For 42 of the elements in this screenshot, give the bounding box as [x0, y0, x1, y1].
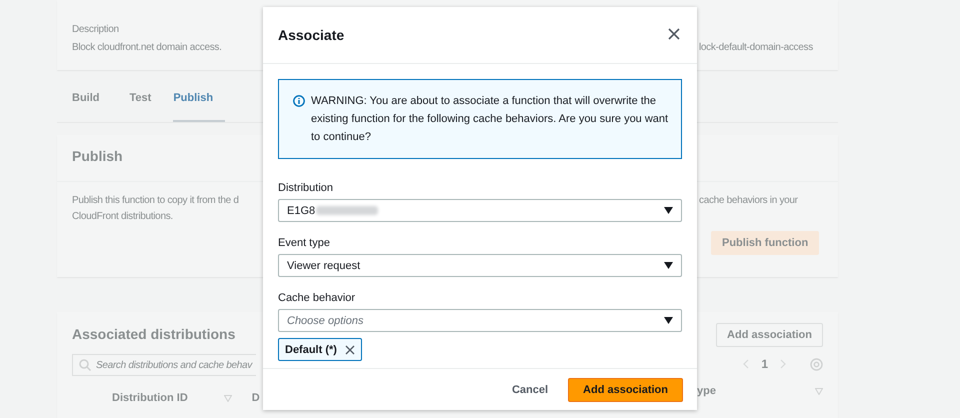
- caret-down-icon: [664, 262, 673, 269]
- filter-icon: [224, 394, 232, 402]
- column-header[interactable]: Distribution ID: [112, 392, 188, 404]
- chevron-right-icon[interactable]: [780, 359, 786, 369]
- caret-down-icon: [664, 207, 673, 214]
- tab[interactable]: Build: [72, 70, 120, 122]
- publish-function-button[interactable]: Publish function: [711, 231, 820, 255]
- section-title: Associated distributions: [72, 326, 236, 342]
- select-field[interactable]: E1G8: [278, 199, 682, 222]
- dialog-title: Associate: [278, 27, 344, 43]
- filter-icon: [815, 388, 823, 394]
- page-number[interactable]: 1: [761, 357, 768, 371]
- info-icon: [293, 95, 305, 107]
- section-title: Publish: [72, 148, 123, 164]
- description-line: cache behaviors in your: [699, 194, 798, 208]
- remove-icon[interactable]: [344, 344, 355, 354]
- field-label: Distribution: [278, 181, 334, 195]
- description-line: CloudFront distributions.: [72, 210, 174, 224]
- search-icon: [79, 359, 91, 371]
- description-label: Description: [72, 23, 120, 37]
- close-icon: [668, 28, 680, 40]
- description-text: Block cloudfront.net domain access.: [72, 41, 223, 55]
- column-header[interactable]: D: [252, 392, 260, 404]
- caret-down-icon: [664, 317, 673, 324]
- settings-icon[interactable]: [810, 358, 823, 370]
- close-button[interactable]: [668, 28, 682, 42]
- tab[interactable]: Test: [130, 70, 164, 122]
- function-name-text: lock-default-domain-access: [699, 41, 813, 55]
- select-field[interactable]: Choose options: [278, 309, 682, 332]
- search-field[interactable]: Search distributions and cache behav: [72, 354, 256, 376]
- select-field[interactable]: Viewer request: [278, 254, 682, 277]
- add-association-button[interactable]: Add association: [568, 378, 683, 402]
- warning-text: WARNING: You are about to associate a function that will overwrite the existing function for the following cache behaviors. Are you sure you want to continue?: [311, 94, 669, 145]
- description-line: Publish this function to copy it from the d: [72, 194, 240, 208]
- tab[interactable]: Publish: [173, 70, 226, 122]
- field-label: Cache behavior: [278, 291, 356, 305]
- selected-token: Default (*): [278, 338, 362, 361]
- column-header[interactable]: ype: [697, 385, 716, 397]
- cancel-button[interactable]: Cancel: [500, 380, 560, 400]
- chevron-left-icon[interactable]: [743, 359, 750, 369]
- field-label: Event type: [278, 236, 331, 250]
- add-association-button[interactable]: Add association: [716, 323, 823, 347]
